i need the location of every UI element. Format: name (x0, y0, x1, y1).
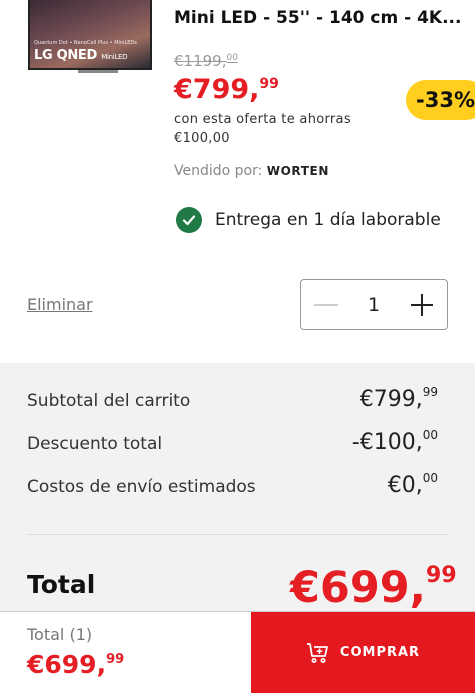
buy-button-label: COMPRAR (339, 645, 421, 660)
product-image-brand: LG QNED MiniLED (34, 48, 128, 63)
discount-badge: -33% (406, 80, 475, 120)
cart-add-icon (306, 642, 328, 663)
decrease-quantity-button[interactable] (301, 280, 351, 329)
product-image[interactable]: Quantum Dot • NanoCell Plus • MiniLEDs L… (28, 0, 152, 70)
seller-name: WORTEN (266, 164, 329, 178)
buy-button[interactable]: COMPRAR (251, 612, 475, 693)
subtotal-value: €799,99 (359, 385, 438, 412)
shipping-row: Costos de envío estimados €0,00 (27, 471, 438, 498)
checkout-total-label: Total (1) (27, 625, 93, 644)
subtotal-row: Subtotal del carrito €799,99 (27, 385, 438, 412)
current-price: €799,99 (174, 74, 279, 105)
total-label: Total (27, 570, 96, 599)
subtotal-label: Subtotal del carrito (27, 391, 191, 411)
minus-icon (314, 303, 338, 306)
discount-value: -€100,00 (351, 428, 438, 455)
product-title[interactable]: Mini LED - 55'' - 140 cm - 4K... (174, 8, 461, 28)
check-icon (176, 207, 202, 233)
checkout-bar: Total (1) €699,99 COMPRAR (0, 611, 475, 693)
old-price: €1199,00 (174, 52, 238, 70)
product-image-badge: Quantum Dot • NanoCell Plus • MiniLEDs (34, 40, 137, 46)
discount-row: Descuento total -€100,00 (27, 428, 438, 455)
seller-info: Vendido por: WORTEN (174, 163, 329, 179)
quantity-stepper: 1 (300, 279, 448, 330)
shipping-value: €0,00 (387, 471, 438, 498)
summary-divider (27, 534, 448, 535)
total-value: €699,99 (290, 563, 457, 613)
shipping-label: Costos de envío estimados (27, 477, 256, 497)
tv-stand (78, 70, 118, 73)
discount-label: Descuento total (27, 434, 163, 454)
checkout-total-price: €699,99 (27, 650, 125, 679)
increase-quantity-button[interactable] (397, 280, 447, 329)
remove-item-link[interactable]: Eliminar (27, 295, 93, 314)
quantity-value[interactable]: 1 (351, 294, 397, 316)
delivery-text: Entrega en 1 día laborable (215, 210, 441, 230)
savings-text: con esta oferta te ahorras €100,00 (174, 112, 351, 146)
delivery-info: Entrega en 1 día laborable (176, 207, 441, 233)
